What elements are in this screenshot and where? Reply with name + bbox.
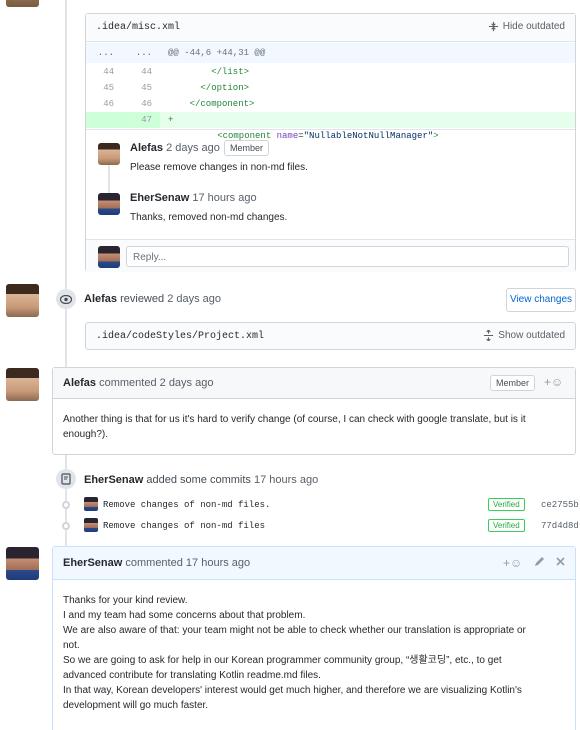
line-num-new[interactable]: 45	[126, 80, 152, 96]
line-num-new[interactable]: 47	[126, 112, 152, 128]
avatar[interactable]	[6, 0, 39, 7]
avatar	[98, 246, 120, 268]
comment-line: not.	[63, 640, 80, 651]
comment-header: Alefas commented 2 days ago	[63, 377, 213, 389]
comment-author[interactable]: Alefas	[130, 142, 163, 154]
commit-message[interactable]: Remove changes of non-md files.	[103, 500, 270, 510]
avatar[interactable]	[98, 193, 120, 215]
comment-header: EherSenaw 17 hours ago	[130, 192, 257, 204]
eye-icon	[56, 289, 76, 309]
line-num-old[interactable]: 45	[88, 80, 114, 96]
line-num-new: ...	[135, 48, 152, 58]
hide-outdated-button[interactable]: Hide outdated	[488, 21, 565, 32]
line-num-old[interactable]: 46	[88, 96, 114, 112]
avatar[interactable]	[98, 143, 120, 165]
avatar[interactable]	[84, 497, 98, 511]
comment-line: In that way, Korean developers' interest…	[63, 685, 522, 696]
view-changes-button[interactable]: View changes	[506, 288, 576, 312]
comment-box-header: EherSenaw commented 17 hours ago +☺	[53, 547, 575, 580]
commit-sha[interactable]: ce2755b	[541, 500, 579, 510]
commit-sha[interactable]: 77d4d8d	[541, 521, 579, 531]
commit-dot	[62, 522, 70, 530]
comment-time[interactable]: 17 hours ago	[186, 557, 250, 569]
comment-line: Thanks for your kind review.	[63, 595, 188, 606]
comment-time[interactable]: 2 days ago	[160, 377, 214, 389]
comment-body: Thanks, removed non-md changes.	[130, 212, 288, 223]
comment-time[interactable]: 2 days ago	[166, 142, 220, 154]
comment-line: We are also aware of that: your team mig…	[63, 625, 526, 636]
event-author[interactable]: Alefas	[84, 293, 117, 305]
add-reaction-icon[interactable]: +☺	[503, 556, 522, 570]
comment-body: Another thing is that for us it's hard t…	[63, 414, 526, 440]
unfold-icon	[484, 330, 494, 341]
comment-box: EherSenaw commented 17 hours ago +☺ Than…	[52, 546, 576, 730]
hunk-text: @@ -44,6 +44,31 @@	[168, 48, 266, 58]
member-badge: Member	[490, 375, 536, 391]
edit-pencil-icon[interactable]	[533, 556, 545, 571]
line-num-new[interactable]: 44	[126, 64, 152, 80]
file-header: .idea/misc.xml Hide outdated	[86, 14, 575, 42]
comment-header: EherSenaw commented 17 hours ago	[63, 557, 250, 569]
avatar[interactable]	[6, 284, 39, 317]
show-outdated-label: Show outdated	[498, 330, 565, 341]
event-action: reviewed	[120, 293, 165, 305]
close-icon[interactable]	[555, 556, 566, 570]
diff-hunk-header: ... ... @@ -44,6 +44,31 @@	[86, 43, 575, 63]
comment-action: commented	[99, 377, 157, 389]
comment-author[interactable]: EherSenaw	[130, 192, 189, 204]
line-num-new[interactable]: 46	[126, 96, 152, 112]
comment-header: Alefas 2 days ago	[130, 142, 220, 154]
avatar[interactable]	[6, 368, 39, 401]
fold-icon	[488, 21, 498, 32]
comment-box: Alefas commented 2 days ago Member +☺ An…	[52, 367, 576, 455]
review-event-text: Alefas reviewed 2 days ago	[84, 293, 221, 305]
add-reaction-icon[interactable]: +☺	[544, 375, 563, 389]
line-num-old[interactable]: 44	[88, 64, 114, 80]
reply-row: Reply...	[86, 239, 575, 272]
comment-author[interactable]: EherSenaw	[63, 557, 122, 569]
diff-code: </component>	[168, 99, 255, 109]
file-name[interactable]: .idea/codeStyles/Project.xml	[96, 331, 264, 342]
diff-sign: +	[168, 115, 174, 125]
comment-time[interactable]: 17 hours ago	[192, 192, 256, 204]
avatar[interactable]	[84, 518, 98, 532]
comment-action: commented	[125, 557, 183, 569]
diff-code: </list>	[168, 67, 250, 77]
file-name[interactable]: .idea/misc.xml	[96, 22, 180, 33]
diff-added-line: 47 + <component name="NullableNotNullMan…	[86, 112, 575, 141]
commit-dot	[62, 501, 70, 509]
diff-code: </option>	[168, 83, 250, 93]
verified-badge[interactable]: Verified	[488, 519, 525, 532]
comment-line: advanced contribute for translating Kotl…	[63, 670, 321, 681]
reply-input[interactable]: Reply...	[126, 246, 569, 267]
avatar[interactable]	[6, 547, 39, 580]
event-time[interactable]: 2 days ago	[167, 293, 221, 305]
review-file-box: .idea/misc.xml Hide outdated ... ... @@ …	[85, 13, 576, 272]
commit-icon	[56, 469, 76, 489]
event-time[interactable]: 17 hours ago	[254, 474, 318, 486]
comment-box-header: Alefas commented 2 days ago Member +☺	[53, 368, 575, 399]
comment-line: I and my team had some concerns about th…	[63, 610, 306, 621]
comment-line: development will go much faster.	[63, 700, 209, 711]
diff-line: 46 46 </component>	[86, 96, 575, 112]
event-author[interactable]: EherSenaw	[84, 474, 143, 486]
comment-thread: Alefas 2 days ago Member Please remove c…	[86, 129, 575, 239]
comment-author[interactable]: Alefas	[63, 377, 96, 389]
outdated-file-box: .idea/codeStyles/Project.xml Show outdat…	[85, 322, 576, 350]
comment-body: Thanks for your kind review. I and my te…	[63, 593, 568, 713]
commit-message[interactable]: Remove changes of non-md files	[103, 521, 265, 531]
line-num-old: ...	[97, 48, 114, 58]
diff-line: 45 45 </option>	[86, 80, 575, 96]
diff-line: 44 44 </list>	[86, 64, 575, 80]
event-action: added some commits	[146, 474, 251, 486]
verified-badge[interactable]: Verified	[488, 498, 525, 511]
comment-body: Please remove changes in non-md files.	[130, 162, 308, 173]
commits-event-text: EherSenaw added some commits 17 hours ag…	[84, 474, 318, 486]
show-outdated-button[interactable]: Show outdated	[483, 330, 565, 341]
hide-outdated-label: Hide outdated	[502, 21, 565, 32]
member-badge: Member	[224, 140, 270, 156]
comment-line: So we are going to ask for help in our K…	[63, 655, 502, 666]
